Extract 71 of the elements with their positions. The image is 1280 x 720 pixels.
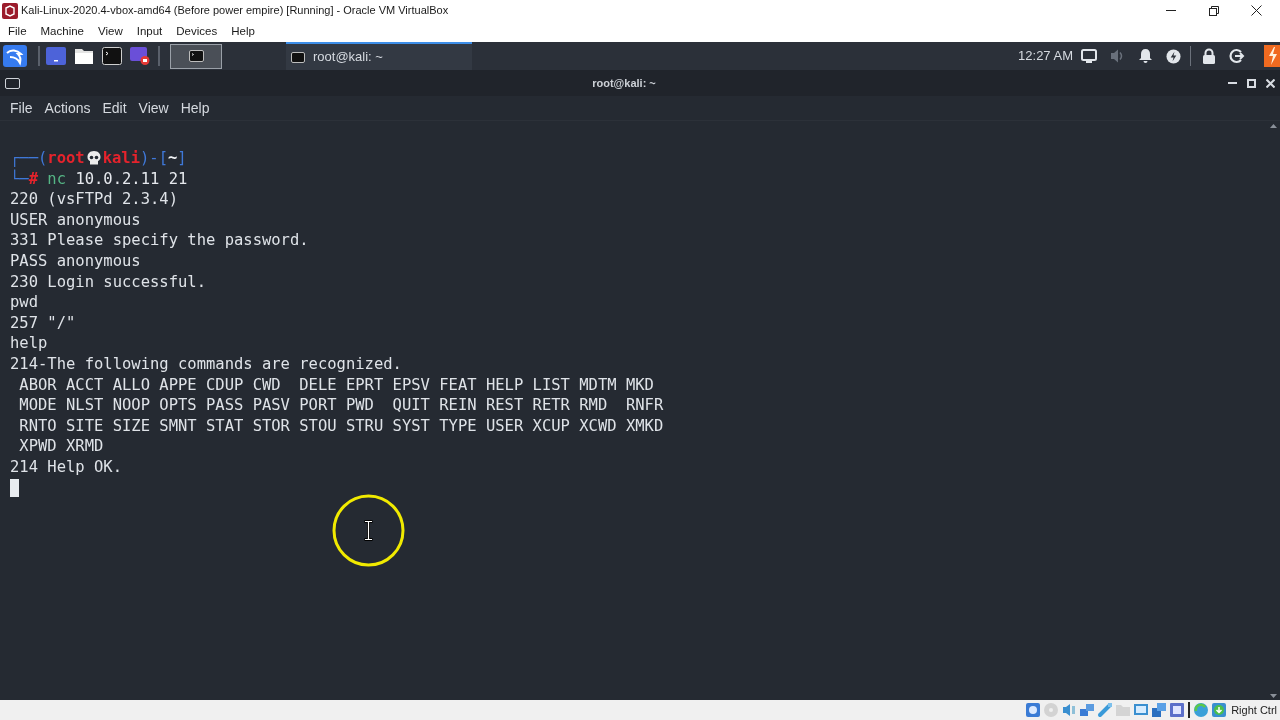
window-title: Kali-Linux-2020.4-vbox-amd64 (Before power empire) [Running] - Oracle VM VirtualBox: [21, 3, 449, 19]
menu-item[interactable]: Help: [174, 96, 216, 120]
usb-icon[interactable]: [1097, 702, 1114, 718]
skull-icon: [85, 150, 102, 167]
clock-label: 12:27 AM: [1018, 47, 1073, 66]
display-icon[interactable]: [1081, 49, 1097, 63]
down-arrow-icon[interactable]: [1211, 702, 1228, 718]
prompt-path: ~: [168, 148, 178, 169]
scroll-down-icon[interactable]: [1269, 694, 1277, 698]
window-icon[interactable]: [46, 47, 66, 65]
scroll-up-icon[interactable]: [1269, 124, 1277, 128]
power-icon[interactable]: [1165, 48, 1181, 64]
terminal-output-line: help: [10, 333, 48, 354]
block-cursor-icon: [10, 478, 19, 497]
network-icon[interactable]: [1079, 702, 1096, 718]
prompt-user: root: [47, 148, 85, 169]
logout-icon[interactable]: [1229, 48, 1245, 64]
bell-icon[interactable]: [1137, 48, 1153, 64]
menu-item[interactable]: Devices: [169, 21, 225, 42]
workspace-button[interactable]: [170, 43, 222, 69]
close-icon: [1266, 78, 1275, 88]
terminal-output-line: pwd: [10, 292, 38, 313]
taskbar-button[interactable]: root@kali: ~: [286, 42, 472, 70]
menu-item[interactable]: View: [91, 21, 130, 42]
speaker-icon[interactable]: [1110, 48, 1124, 64]
lock-icon[interactable]: [1202, 48, 1216, 64]
window-frame-icon[interactable]: [1169, 702, 1186, 718]
menu-item[interactable]: File: [4, 96, 39, 120]
prompt-frame: ┌──(: [10, 148, 48, 169]
restore-icon: [1208, 5, 1219, 16]
close-icon: [1251, 5, 1262, 16]
folder-icon[interactable]: [74, 47, 94, 65]
terminal-icon: [188, 50, 204, 62]
menu-item[interactable]: Actions: [38, 96, 97, 120]
host-key-label: Right Ctrl: [1231, 702, 1277, 718]
terminal-output-line: XPWD XRMD: [18, 436, 104, 457]
globe-icon[interactable]: [1193, 702, 1210, 718]
terminal-output-line: 331 Please specify the password.: [10, 230, 309, 251]
terminal-output-line: 214-The following commands are recognized.: [10, 353, 402, 375]
menu-item[interactable]: Edit: [96, 96, 133, 120]
menu-item[interactable]: Help: [224, 21, 262, 42]
terminal-output-line: RNTO SITE SIZE SMNT STAT STOR STOU STRU SYST TYPE USER XCUP XCWD XMKD: [18, 415, 664, 437]
terminal-icon[interactable]: [102, 47, 122, 65]
menu-item[interactable]: File: [1, 21, 34, 42]
menu-item[interactable]: View: [132, 96, 175, 120]
terminal-output-line: ABOR ACCT ALLO APPE CDUP CWD DELE EPRT EPSV FEAT HELP LIST MDTM MKD: [18, 374, 654, 396]
minimize-icon: [1228, 82, 1237, 84]
terminal-output-line: 220 (vsFTPd 2.3.4): [10, 189, 178, 210]
cursor-highlight-icon: [332, 494, 405, 567]
command-line: └─# nc 10.0.2.11 21: [10, 168, 188, 190]
minimize-icon: [1165, 10, 1176, 11]
prompt-host: kali: [102, 148, 140, 169]
terminal-output-line: USER anonymous: [10, 209, 141, 231]
prompt-frame: )-[: [140, 148, 168, 169]
swoosh-logo-icon[interactable]: [3, 45, 27, 67]
maximize-icon: [1247, 78, 1256, 88]
speaker-icon[interactable]: [1061, 702, 1078, 718]
screen-camera-icon[interactable]: [130, 47, 150, 65]
screens-icon[interactable]: [1151, 702, 1168, 718]
terminal-title: root@kali: ~: [592, 75, 656, 91]
terminal-output-line: 230 Login successful.: [10, 271, 206, 293]
terminal-output-line: MODE NLST NOOP OPTS PASS PASV PORT PWD QUIT REIN REST RETR RMD RNFR: [18, 395, 664, 416]
menu-item[interactable]: Input: [129, 21, 170, 42]
terminal-icon: [5, 77, 20, 89]
menu-item[interactable]: Machine: [33, 21, 91, 42]
prompt-frame: ]: [177, 148, 187, 169]
terminal-output-line: 214 Help OK.: [10, 456, 122, 478]
terminal-output-line: 257 "/": [10, 312, 76, 334]
terminal-output-line: PASS anonymous: [10, 250, 141, 272]
terminal-icon: [291, 51, 305, 63]
bolt-tile-icon[interactable]: [1264, 45, 1280, 67]
